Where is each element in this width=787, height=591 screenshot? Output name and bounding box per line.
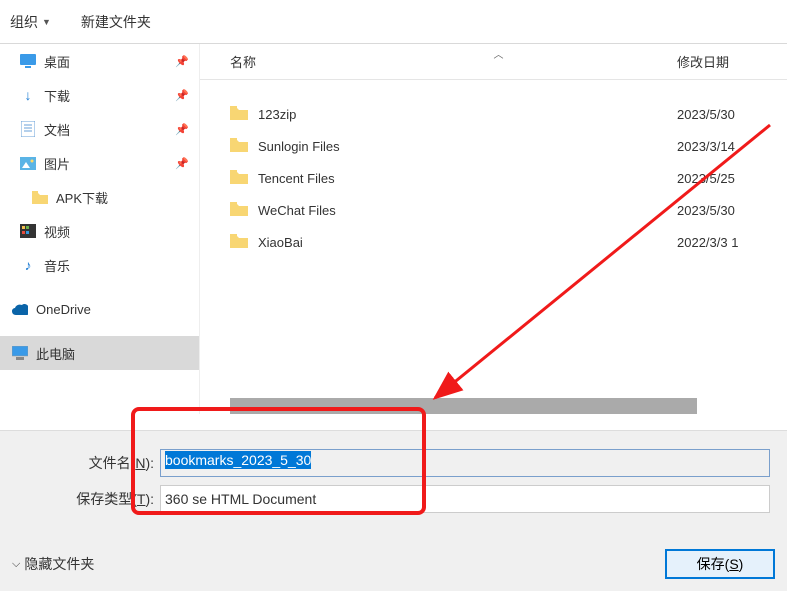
sidebar-item-label: 桌面: [44, 52, 70, 71]
file-date: 2023/3/14: [677, 139, 787, 154]
file-name: 123zip: [258, 107, 677, 122]
sidebar-item-label: 图片: [44, 154, 70, 173]
organize-label: 组织: [10, 12, 38, 32]
sort-arrow-icon: ︿: [494, 46, 504, 61]
column-name-header[interactable]: 名称: [200, 52, 677, 71]
sidebar-item-label: 下载: [44, 86, 70, 105]
picture-icon: [20, 155, 36, 171]
filetype-label: 保存类型(T):: [10, 489, 160, 509]
folder-icon: [230, 138, 250, 155]
file-row[interactable]: Tencent Files 2023/5/25: [200, 162, 787, 194]
filetype-value: 360 se HTML Document: [165, 491, 316, 507]
sidebar-item-downloads[interactable]: ↓ 下载 📌: [0, 78, 199, 112]
file-date: 2023/5/30: [677, 107, 787, 122]
organize-button[interactable]: 组织 ▼: [10, 12, 51, 32]
folder-icon: [230, 234, 250, 251]
save-form: 文件名(N): bookmarks_2023_5_30 保存类型(T): 360…: [0, 430, 787, 591]
video-icon: [20, 223, 36, 239]
new-folder-button[interactable]: 新建文件夹: [81, 12, 151, 32]
onedrive-icon: [12, 301, 28, 317]
file-name: Sunlogin Files: [258, 139, 677, 154]
file-date: 2022/3/3 1: [677, 235, 787, 250]
sidebar-item-label: APK下载: [56, 188, 108, 207]
folder-icon: [32, 189, 48, 205]
sidebar-item-thispc[interactable]: 此电脑: [0, 336, 199, 370]
horizontal-scrollbar[interactable]: [230, 398, 697, 414]
pc-icon: [12, 345, 28, 361]
filename-input[interactable]: bookmarks_2023_5_30: [160, 449, 770, 477]
save-button[interactable]: 保存(S): [665, 549, 775, 579]
folder-icon: [230, 202, 250, 219]
sidebar-item-video[interactable]: 视频: [0, 214, 199, 248]
sidebar-item-apk[interactable]: APK下载: [0, 180, 199, 214]
chevron-down-icon: ⌵: [12, 558, 20, 571]
pin-icon: 📌: [175, 157, 189, 170]
sidebar-item-music[interactable]: ♪ 音乐: [0, 248, 199, 282]
hide-folders-button[interactable]: ⌵ 隐藏文件夹: [12, 554, 94, 574]
column-date-label: 修改日期: [677, 55, 729, 70]
desktop-icon: [20, 53, 36, 69]
file-date: 2023/5/25: [677, 171, 787, 186]
sidebar: 桌面 📌 ↓ 下载 📌 文档 📌: [0, 44, 200, 414]
pin-icon: 📌: [175, 55, 189, 68]
file-list: ︿ 名称 修改日期 123zip 2023/5/30 Sunlogin File…: [200, 44, 787, 414]
save-button-label: 保存(S): [697, 556, 744, 572]
pin-icon: 📌: [175, 89, 189, 102]
file-row[interactable]: XiaoBai 2022/3/3 1: [200, 226, 787, 258]
sidebar-item-desktop[interactable]: 桌面 📌: [0, 44, 199, 78]
file-name: Tencent Files: [258, 171, 677, 186]
chevron-down-icon: ▼: [42, 17, 51, 27]
file-name: XiaoBai: [258, 235, 677, 250]
file-name: WeChat Files: [258, 203, 677, 218]
download-icon: ↓: [20, 87, 36, 103]
sidebar-item-documents[interactable]: 文档 📌: [0, 112, 199, 146]
sidebar-item-pictures[interactable]: 图片 📌: [0, 146, 199, 180]
sidebar-item-label: 此电脑: [36, 344, 75, 363]
column-date-header[interactable]: 修改日期: [677, 52, 787, 71]
filename-value: bookmarks_2023_5_30: [165, 451, 311, 469]
sidebar-item-label: OneDrive: [36, 302, 91, 317]
filetype-select[interactable]: 360 se HTML Document: [160, 485, 770, 513]
toolbar: 组织 ▼ 新建文件夹: [0, 0, 787, 44]
folder-icon: [230, 170, 250, 187]
document-icon: [20, 121, 36, 137]
filename-label: 文件名(N):: [10, 453, 160, 473]
sidebar-item-label: 视频: [44, 222, 70, 241]
file-row[interactable]: Sunlogin Files 2023/3/14: [200, 130, 787, 162]
file-row[interactable]: 123zip 2023/5/30: [200, 98, 787, 130]
new-folder-label: 新建文件夹: [81, 12, 151, 32]
music-icon: ♪: [20, 257, 36, 273]
file-date: 2023/5/30: [677, 203, 787, 218]
hide-folders-label: 隐藏文件夹: [24, 554, 94, 574]
main-area: 桌面 📌 ↓ 下载 📌 文档 📌: [0, 44, 787, 414]
folder-icon: [230, 106, 250, 123]
column-name-label: 名称: [230, 52, 256, 71]
sidebar-item-label: 文档: [44, 120, 70, 139]
file-row[interactable]: WeChat Files 2023/5/30: [200, 194, 787, 226]
file-list-header: ︿ 名称 修改日期: [200, 44, 787, 80]
sidebar-item-onedrive[interactable]: OneDrive: [0, 292, 199, 326]
pin-icon: 📌: [175, 123, 189, 136]
sidebar-item-label: 音乐: [44, 256, 70, 275]
